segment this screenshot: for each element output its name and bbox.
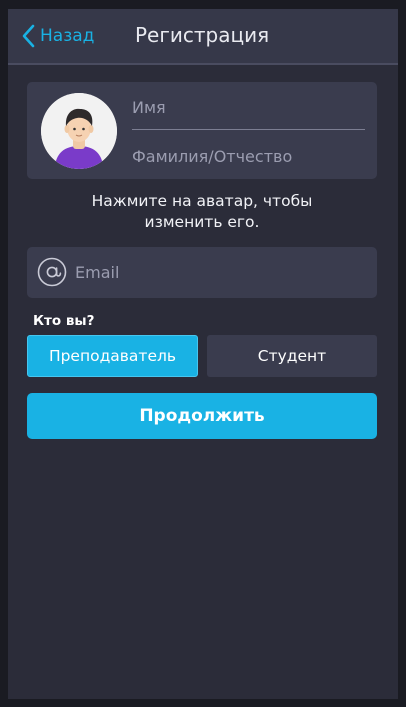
name-divider: [132, 129, 365, 130]
back-button[interactable]: Назад: [22, 21, 94, 51]
avatar-hint-line2: изменить его.: [144, 213, 260, 231]
at-sign-icon: [37, 257, 67, 287]
role-student-button[interactable]: Студент: [207, 335, 377, 377]
page-title: Регистрация: [135, 23, 270, 47]
header-bar: Назад Регистрация: [8, 9, 398, 65]
profile-card: [27, 82, 377, 179]
user-avatar-icon: [41, 93, 117, 169]
role-teacher-button[interactable]: Преподаватель: [27, 335, 198, 377]
email-field: [27, 247, 377, 298]
back-label: Назад: [40, 26, 95, 46]
role-question: Кто вы?: [33, 313, 95, 329]
avatar-hint-line1: Нажмите на аватар, чтобы: [91, 192, 313, 210]
surname-input[interactable]: [132, 144, 365, 168]
avatar-hint: Нажмите на аватар, чтобы изменить его.: [27, 191, 377, 233]
first-name-input[interactable]: [132, 95, 365, 119]
continue-button[interactable]: Продолжить: [27, 393, 377, 439]
registration-screen: Назад Регистрация Имя Фамилия/Отчество Н…: [8, 9, 398, 699]
chevron-left-icon: [22, 24, 35, 48]
avatar[interactable]: [41, 93, 117, 169]
email-input[interactable]: [75, 260, 365, 284]
